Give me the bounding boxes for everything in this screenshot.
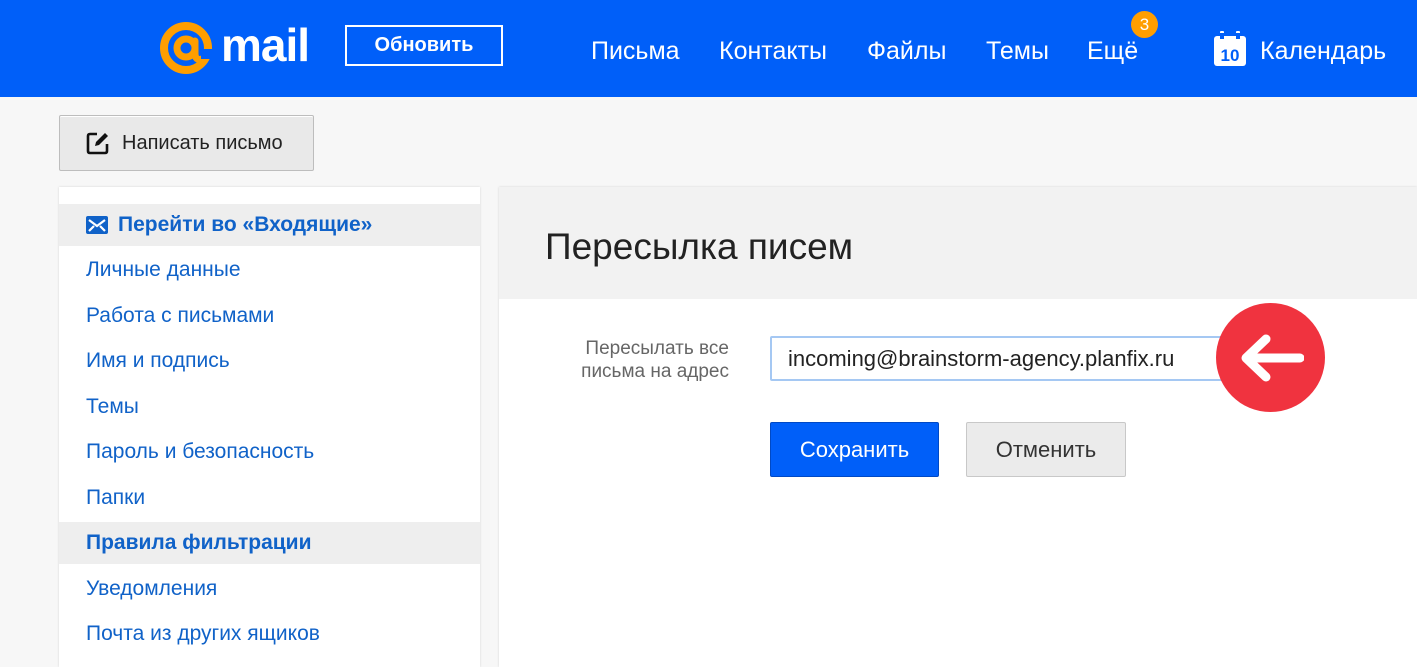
panel-header: Пересылка писем <box>499 187 1417 299</box>
sidebar-item-signature[interactable]: Имя и подпись <box>59 340 480 382</box>
compose-button[interactable]: Написать письмо <box>59 115 314 171</box>
sidebar-item-filters[interactable]: Правила фильтрации <box>59 522 480 564</box>
at-sign-icon <box>160 22 215 74</box>
forward-address-label: Пересылать все письма на адрес <box>581 338 729 382</box>
calendar-icon[interactable]: 10 <box>1213 31 1247 67</box>
save-button[interactable]: Сохранить <box>770 422 939 477</box>
forward-address-input[interactable] <box>770 336 1235 381</box>
nav-contacts[interactable]: Контакты <box>719 36 827 66</box>
top-header: mail Обновить Письма Контакты Файлы Темы… <box>0 0 1417 97</box>
settings-sidebar: Перейти во «Входящие» Личные данные Рабо… <box>59 187 480 667</box>
envelope-icon <box>86 216 108 234</box>
sidebar-item-themes[interactable]: Темы <box>59 386 480 428</box>
compose-label: Написать письмо <box>122 131 283 154</box>
sidebar-item-letters[interactable]: Работа с письмами <box>59 295 480 337</box>
sidebar-item-notifications[interactable]: Уведомления <box>59 568 480 610</box>
sidebar-item-other-mailboxes[interactable]: Почта из других ящиков <box>59 613 480 655</box>
nav-files[interactable]: Файлы <box>867 36 946 66</box>
page-title: Пересылка писем <box>545 226 854 267</box>
calendar-day: 10 <box>1221 46 1240 65</box>
nav-letters[interactable]: Письма <box>591 36 680 66</box>
sidebar-item-security[interactable]: Пароль и безопасность <box>59 431 480 473</box>
nav-calendar[interactable]: Календарь <box>1260 36 1386 66</box>
arrow-callout <box>1216 303 1325 412</box>
more-badge: 3 <box>1131 11 1158 38</box>
logo-text: mail <box>221 19 310 71</box>
nav-themes[interactable]: Темы <box>986 36 1049 66</box>
sidebar-item-personal[interactable]: Личные данные <box>59 249 480 291</box>
mail-logo[interactable]: mail <box>157 19 310 76</box>
edit-icon <box>86 132 109 155</box>
sidebar-item-inbox[interactable]: Перейти во «Входящие» <box>59 204 480 246</box>
sidebar-item-label: Перейти во «Входящие» <box>118 213 373 236</box>
cancel-button[interactable]: Отменить <box>966 422 1126 477</box>
forwarding-panel: Пересылка писем <box>499 187 1417 667</box>
update-button[interactable]: Обновить <box>345 25 503 66</box>
sidebar-item-folders[interactable]: Папки <box>59 477 480 519</box>
arrow-left-icon <box>1241 334 1304 381</box>
nav-more[interactable]: Ещё <box>1087 36 1138 66</box>
